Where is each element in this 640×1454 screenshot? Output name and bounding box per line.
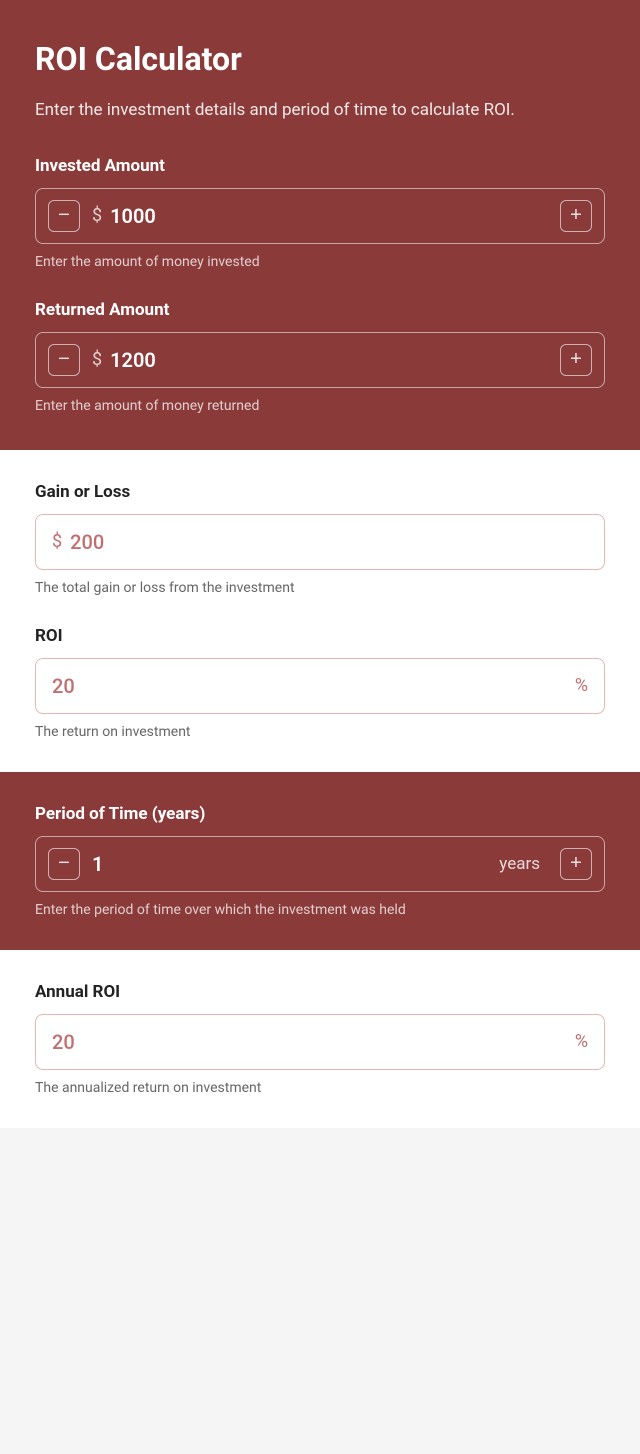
gain-or-loss-currency: $ bbox=[52, 531, 62, 552]
returned-amount-group: Returned Amount − $ 1200 + Enter the amo… bbox=[35, 300, 605, 414]
roi-label: ROI bbox=[35, 626, 605, 646]
period-of-time-hint: Enter the period of time over which the … bbox=[35, 902, 605, 918]
roi-hint: The return on investment bbox=[35, 724, 605, 740]
annual-roi-group: Annual ROI 20 % The annualized return on… bbox=[35, 982, 605, 1096]
period-decrement-button[interactable]: − bbox=[36, 837, 92, 891]
light-bottom-section: Annual ROI 20 % The annualized return on… bbox=[0, 950, 640, 1128]
invested-amount-number: 1000 bbox=[110, 204, 156, 228]
annual-roi-field: 20 % bbox=[35, 1014, 605, 1070]
invested-amount-decrement-button[interactable]: − bbox=[36, 189, 92, 243]
returned-amount-value-container: $ 1200 bbox=[92, 348, 548, 372]
dark-top-section: ROI Calculator Enter the investment deta… bbox=[0, 0, 640, 450]
gain-or-loss-hint: The total gain or loss from the investme… bbox=[35, 580, 605, 596]
period-of-time-stepper: − 1 years + bbox=[35, 836, 605, 892]
returned-amount-increment-button[interactable]: + bbox=[548, 333, 604, 387]
returned-amount-number: 1200 bbox=[110, 348, 156, 372]
increment-icon: + bbox=[560, 200, 592, 232]
invested-amount-currency: $ bbox=[92, 205, 102, 226]
invested-amount-hint: Enter the amount of money invested bbox=[35, 254, 605, 270]
period-value-container: 1 years bbox=[92, 852, 548, 876]
roi-suffix: % bbox=[575, 675, 588, 696]
annual-roi-label: Annual ROI bbox=[35, 982, 605, 1002]
decrement-icon: − bbox=[48, 200, 80, 232]
invested-amount-group: Invested Amount − $ 1000 + Enter the amo… bbox=[35, 156, 605, 270]
period-increment-button[interactable]: + bbox=[548, 837, 604, 891]
returned-amount-label: Returned Amount bbox=[35, 300, 605, 320]
invested-amount-stepper: − $ 1000 + bbox=[35, 188, 605, 244]
annual-roi-value: 20 bbox=[52, 1030, 75, 1054]
gain-or-loss-group: Gain or Loss $ 200 The total gain or los… bbox=[35, 482, 605, 596]
light-middle-section: Gain or Loss $ 200 The total gain or los… bbox=[0, 450, 640, 772]
app-subtitle: Enter the investment details and period … bbox=[35, 98, 605, 124]
annual-roi-hint: The annualized return on investment bbox=[35, 1080, 605, 1096]
period-unit: years bbox=[499, 854, 540, 874]
period-value: 1 bbox=[92, 852, 103, 876]
roi-field: 20 % bbox=[35, 658, 605, 714]
app-title: ROI Calculator bbox=[35, 40, 605, 78]
annual-roi-suffix: % bbox=[575, 1031, 588, 1052]
invested-amount-increment-button[interactable]: + bbox=[548, 189, 604, 243]
period-of-time-label: Period of Time (years) bbox=[35, 804, 605, 824]
roi-group: ROI 20 % The return on investment bbox=[35, 626, 605, 740]
returned-amount-decrement-button[interactable]: − bbox=[36, 333, 92, 387]
decrement-icon-3: − bbox=[48, 848, 80, 880]
gain-or-loss-field: $ 200 bbox=[35, 514, 605, 570]
returned-amount-hint: Enter the amount of money returned bbox=[35, 398, 605, 414]
roi-value: 20 bbox=[52, 674, 75, 698]
gain-or-loss-label: Gain or Loss bbox=[35, 482, 605, 502]
period-of-time-group: Period of Time (years) − 1 years + Enter… bbox=[35, 804, 605, 918]
gain-or-loss-value: 200 bbox=[70, 530, 104, 554]
decrement-icon-2: − bbox=[48, 344, 80, 376]
returned-amount-currency: $ bbox=[92, 349, 102, 370]
invested-amount-label: Invested Amount bbox=[35, 156, 605, 176]
increment-icon-2: + bbox=[560, 344, 592, 376]
dark-bottom-section: Period of Time (years) − 1 years + Enter… bbox=[0, 772, 640, 950]
invested-amount-value-container: $ 1000 bbox=[92, 204, 548, 228]
increment-icon-3: + bbox=[560, 848, 592, 880]
returned-amount-stepper: − $ 1200 + bbox=[35, 332, 605, 388]
